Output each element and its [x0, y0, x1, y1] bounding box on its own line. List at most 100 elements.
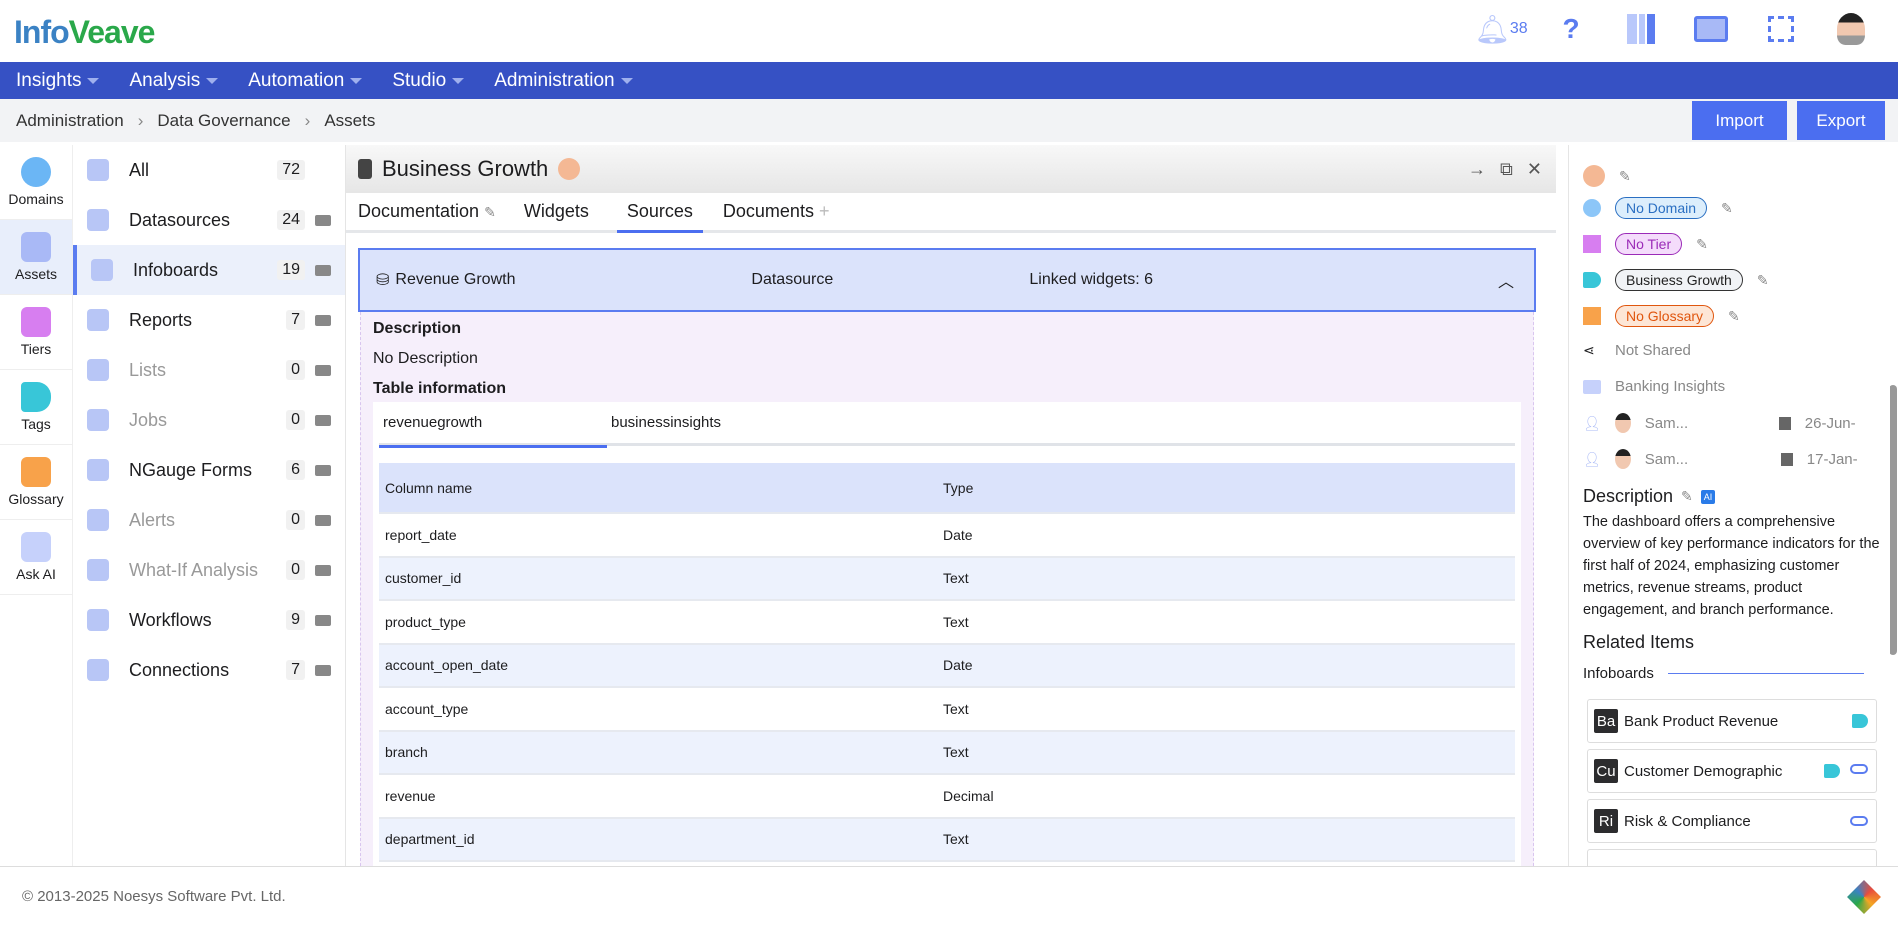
notification-count: 38	[1509, 20, 1528, 37]
nav-automation[interactable]: Automation	[248, 70, 363, 92]
link-icon[interactable]	[1850, 764, 1868, 774]
tag-icon[interactable]	[1824, 764, 1840, 778]
table-row: branch Text	[379, 730, 1515, 775]
folder-icon[interactable]	[315, 664, 331, 676]
import-button[interactable]: Import	[1692, 101, 1787, 140]
help-icon[interactable]: ?	[1554, 12, 1588, 46]
folder-icon[interactable]	[315, 364, 331, 376]
column-type: Text	[937, 730, 1515, 775]
folder-icon[interactable]	[315, 414, 331, 426]
tier-pill[interactable]: No Tier	[1615, 233, 1683, 255]
scrollbar[interactable]	[1889, 385, 1897, 655]
chevron-up-icon[interactable]: ︿	[1498, 268, 1514, 292]
asset-type-workflows[interactable]: Workflows 9	[73, 595, 345, 645]
pencil-icon[interactable]: ✎	[1696, 236, 1708, 253]
pencil-icon[interactable]: ✎	[1757, 272, 1769, 289]
tag-pill[interactable]: Business Growth	[1615, 269, 1743, 291]
asset-type-what-if-analysis[interactable]: What-If Analysis 0	[73, 545, 345, 595]
breadcrumb-administration[interactable]: Administration	[16, 111, 124, 131]
asset-type-connections[interactable]: Connections 7	[73, 645, 345, 695]
globe-icon	[21, 157, 51, 187]
source-name: Revenue Growth	[395, 271, 516, 288]
column-name: branch	[379, 730, 937, 775]
asset-type-lists[interactable]: Lists 0	[73, 345, 345, 395]
chat-icon	[21, 532, 51, 562]
export-button[interactable]: Export	[1797, 101, 1885, 140]
related-item[interactable]	[1587, 849, 1877, 866]
divider	[1667, 673, 1864, 674]
notifications-button[interactable]: 🔔︎ 38	[1474, 12, 1527, 46]
avatar	[1614, 413, 1631, 433]
column-name: account_type	[379, 687, 937, 732]
inner-tab-businessinsights[interactable]: businessinsights	[607, 402, 835, 445]
user-avatar[interactable]	[1834, 12, 1868, 46]
folder-icon[interactable]	[315, 264, 331, 276]
column-type: Decimal	[937, 774, 1515, 819]
asset-type-reports[interactable]: Reports 7	[73, 295, 345, 345]
asset-type-jobs[interactable]: Jobs 0	[73, 395, 345, 445]
open-external-icon[interactable]: ⧉	[1500, 159, 1513, 180]
folder-icon[interactable]	[315, 514, 331, 526]
arrow-right-icon[interactable]: →	[1468, 159, 1486, 180]
glossary-pill[interactable]: No Glossary	[1615, 305, 1715, 327]
folder-icon[interactable]	[315, 214, 331, 226]
folder-icon[interactable]	[315, 614, 331, 626]
tab-widgets[interactable]: Widgets	[524, 201, 597, 230]
source-type: Datasource	[751, 271, 834, 288]
asset-type-datasources[interactable]: Datasources 24	[73, 195, 345, 245]
source-row[interactable]: ⛁ Revenue Growth Datasource Linked widge…	[358, 248, 1536, 312]
tab-sources[interactable]: Sources	[616, 201, 703, 233]
asset-type-infoboards[interactable]: Infoboards 19	[73, 245, 345, 295]
plus-icon: +	[818, 201, 830, 221]
globe-icon	[1583, 199, 1601, 217]
rail-glossary[interactable]: Glossary	[0, 445, 72, 520]
table-info-label: Table information	[373, 380, 507, 397]
related-item[interactable]: Ri Risk & Compliance	[1587, 799, 1877, 843]
table-row: customer_id Text	[379, 556, 1515, 601]
asset-type-label: Alerts	[129, 509, 176, 530]
breadcrumb-data-governance[interactable]: Data Governance	[157, 111, 290, 131]
library-icon[interactable]	[1624, 12, 1658, 46]
rail-tiers[interactable]: Tiers	[0, 295, 72, 370]
asset-type-all[interactable]: All 72	[73, 145, 345, 195]
domain-pill[interactable]: No Domain	[1615, 197, 1708, 219]
list-icon	[87, 359, 109, 381]
rail-ask-ai[interactable]: Ask AI	[0, 520, 72, 595]
tab-documentation[interactable]: Documentation ✎	[358, 201, 504, 230]
book-icon	[1583, 307, 1601, 325]
pencil-icon[interactable]: ✎	[1619, 168, 1631, 185]
infoveave-logo[interactable]: InfoVeave	[14, 14, 155, 51]
folder-icon[interactable]	[315, 464, 331, 476]
ai-icon[interactable]: AI	[1700, 489, 1716, 504]
folder-icon[interactable]	[315, 564, 331, 576]
pencil-icon[interactable]: ✎	[1681, 488, 1693, 505]
inner-tab-revenuegrowth[interactable]: revenuegrowth	[379, 402, 607, 448]
nav-studio[interactable]: Studio	[392, 70, 465, 92]
close-icon[interactable]: ✕	[1527, 159, 1542, 180]
folder-icon[interactable]	[315, 314, 331, 326]
asset-type-ngauge-forms[interactable]: NGauge Forms 6	[73, 445, 345, 495]
related-item[interactable]: Ba Bank Product Revenue	[1587, 699, 1877, 743]
asset-type-alerts[interactable]: Alerts 0	[73, 495, 345, 545]
rail-tags[interactable]: Tags	[0, 370, 72, 445]
tag-icon[interactable]	[1852, 714, 1868, 728]
column-type: Date	[937, 513, 1515, 558]
fullscreen-icon[interactable]	[1764, 12, 1798, 46]
monitor-icon[interactable]	[1694, 12, 1728, 46]
link-icon[interactable]	[1850, 816, 1868, 826]
gauge-icon	[87, 459, 109, 481]
rail-assets[interactable]: Assets	[0, 220, 72, 295]
related-item[interactable]: Cu Customer Demographic	[1587, 749, 1877, 793]
asset-count: 9	[286, 610, 305, 630]
detail-title: Business Growth	[382, 156, 549, 181]
rail-domains[interactable]: Domains	[0, 145, 72, 220]
asset-type-list: All 72 Datasources 24 Infoboards 19 Reports 7 Li…	[73, 145, 346, 866]
detail-panel: Business Growth → ⧉ ✕ Documentation ✎ Widg…	[346, 145, 1897, 872]
nav-analysis[interactable]: Analysis	[129, 70, 219, 92]
infoboard-icon	[358, 159, 372, 179]
nav-administration[interactable]: Administration	[494, 70, 633, 92]
tab-documents[interactable]: Documents +	[723, 201, 838, 230]
pencil-icon[interactable]: ✎	[1721, 200, 1733, 217]
nav-insights[interactable]: Insights	[16, 70, 100, 92]
pencil-icon[interactable]: ✎	[1728, 308, 1740, 325]
